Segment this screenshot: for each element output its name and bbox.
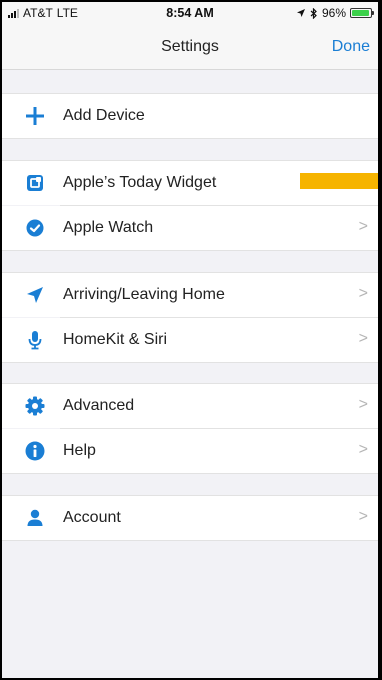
- divider: [2, 362, 378, 363]
- help-row[interactable]: Help >: [2, 429, 378, 473]
- chevron-right-icon: >: [358, 218, 368, 235]
- chevron-right-icon: >: [358, 285, 368, 302]
- battery-fill: [352, 10, 370, 16]
- widget-icon: [24, 172, 46, 194]
- battery-percent: 96%: [321, 6, 346, 20]
- bluetooth-icon: [310, 7, 317, 19]
- homekit-siri-label: HomeKit & Siri: [63, 331, 168, 348]
- microphone-icon: [24, 329, 46, 351]
- arriving-leaving-label: Arriving/Leaving Home: [63, 286, 225, 303]
- chevron-right-icon: >: [358, 396, 368, 413]
- homekit-siri-row[interactable]: HomeKit & Siri >: [2, 318, 378, 362]
- status-bar: AT&T LTE 8:54 AM 96%: [2, 2, 378, 24]
- info-icon: [24, 440, 46, 462]
- apple-watch-row[interactable]: Apple Watch >: [2, 206, 378, 250]
- divider: [2, 540, 378, 541]
- today-widget-label: Apple’s Today Widget: [63, 174, 217, 191]
- divider: [2, 138, 378, 139]
- account-row[interactable]: Account >: [2, 496, 378, 540]
- advanced-label: Advanced: [63, 397, 135, 414]
- arriving-leaving-row[interactable]: Arriving/Leaving Home >: [2, 273, 378, 317]
- plus-icon: [24, 105, 46, 127]
- chevron-right-icon: >: [358, 330, 368, 347]
- page-title: Settings: [161, 38, 219, 55]
- help-label: Help: [63, 442, 96, 459]
- chevron-right-icon: >: [358, 508, 368, 525]
- done-button[interactable]: Done: [332, 38, 370, 56]
- gear-icon: [24, 395, 46, 417]
- add-device-row[interactable]: Add Device: [2, 94, 378, 138]
- device-frame: AT&T LTE 8:54 AM 96% Settings Done Add D…: [0, 0, 382, 680]
- status-right: 96%: [296, 6, 374, 20]
- highlight-marker: [300, 173, 378, 189]
- chevron-right-icon: >: [358, 441, 368, 458]
- apple-watch-label: Apple Watch: [63, 219, 154, 236]
- checkmark-circle-icon: [24, 217, 46, 239]
- location-arrow-icon: [296, 9, 305, 17]
- user-icon: [24, 507, 46, 529]
- divider: [2, 473, 378, 474]
- nav-bar: Settings Done: [2, 24, 378, 70]
- add-device-label: Add Device: [63, 107, 145, 124]
- advanced-row[interactable]: Advanced >: [2, 384, 378, 428]
- screen: AT&T LTE 8:54 AM 96% Settings Done Add D…: [2, 2, 378, 678]
- account-label: Account: [63, 509, 121, 526]
- location-arrow-icon: [24, 284, 46, 306]
- divider: [2, 250, 378, 251]
- battery-icon: [350, 8, 374, 18]
